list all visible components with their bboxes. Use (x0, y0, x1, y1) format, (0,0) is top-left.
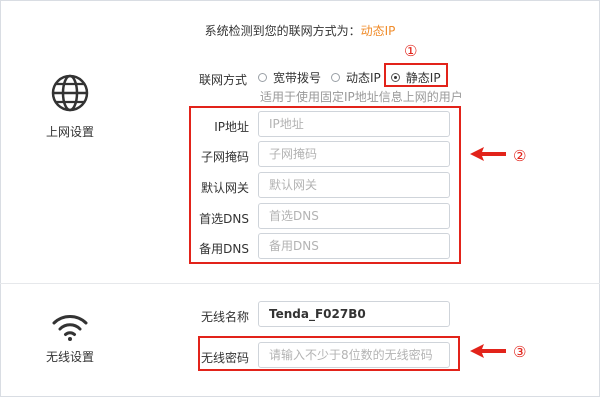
internet-settings-title: 上网设置 (46, 125, 95, 139)
radio-dynamic-ip[interactable]: 动态IP (331, 69, 381, 86)
wireless-settings-title: 无线设置 (46, 350, 95, 364)
annotation-marker-3: ③ (513, 343, 527, 361)
annotation-box-static-fields (189, 106, 461, 264)
annotation-box-static-ip (384, 63, 448, 87)
static-ip-hint: 适用于使用固定IP地址信息上网的用户 (260, 90, 463, 104)
notice-prefix: 系统检测到您的联网方式为： (204, 24, 361, 38)
radio-pppoe-dot (258, 72, 267, 82)
arrow-left-icon (470, 147, 506, 161)
wifi-name-label: 无线名称 (200, 310, 249, 324)
annotation-box-wifi-password (198, 336, 460, 371)
radio-pppoe-label: 宽带拨号 (273, 70, 322, 85)
annotation-marker-2: ② (513, 147, 527, 165)
arrow-left-icon (470, 344, 506, 358)
globe-icon (51, 74, 89, 112)
wifi-icon (52, 315, 88, 341)
wifi-name-input[interactable] (258, 301, 450, 327)
radio-dynamic-ip-label: 动态IP (346, 70, 381, 85)
annotation-marker-1: ① (404, 42, 418, 60)
radio-dynamic-ip-dot (331, 72, 341, 82)
notice-mode: 动态IP (360, 24, 396, 38)
radio-pppoe[interactable]: 宽带拨号 (258, 69, 321, 86)
connection-type-label: 联网方式 (198, 73, 247, 87)
connection-notice: 系统检测到您的联网方式为：动态IP (0, 22, 600, 39)
section-divider (0, 283, 600, 284)
